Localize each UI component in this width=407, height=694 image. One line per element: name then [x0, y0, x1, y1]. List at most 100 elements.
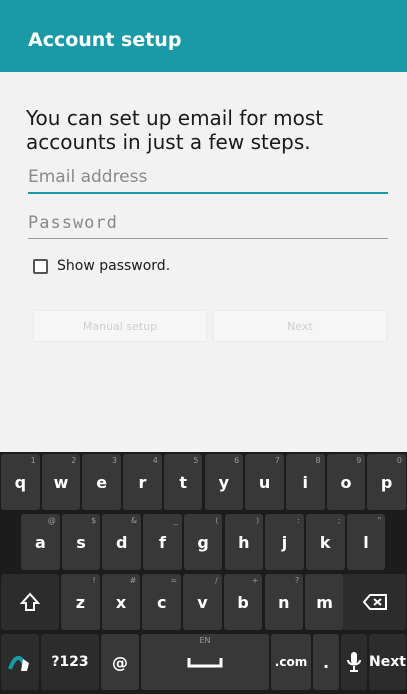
key-v-hint: /	[215, 576, 218, 585]
key-g-label: g	[197, 532, 209, 552]
key-h-hint: )	[256, 516, 260, 525]
next-button[interactable]: Next	[214, 311, 386, 341]
key-z[interactable]: ! z	[61, 574, 100, 630]
key-g-hint: (	[215, 516, 219, 525]
voice-key[interactable]	[341, 634, 367, 690]
key-t-hint: 5	[193, 456, 199, 465]
key-e[interactable]: 3e	[82, 454, 122, 510]
key-q-hint: 1	[30, 456, 36, 465]
key-l[interactable]: " l	[346, 514, 386, 570]
key-e-label: e	[96, 472, 108, 492]
key-a-label: a	[34, 532, 46, 552]
key-i[interactable]: 8i	[285, 454, 325, 510]
key-g[interactable]: (g	[183, 514, 223, 570]
key-y-label: y	[218, 472, 230, 492]
key-k-label: k	[319, 532, 331, 552]
key-x-hint: #	[129, 576, 137, 585]
key-o[interactable]: 9o	[326, 454, 366, 510]
show-password-checkbox[interactable]	[33, 258, 48, 274]
key-o-hint: 9	[356, 456, 362, 465]
symbols-key[interactable]: ?123	[41, 634, 99, 690]
key-o-label: o	[340, 472, 352, 492]
swipe-toggle-key[interactable]	[1, 634, 39, 690]
next-key[interactable]: Next	[369, 634, 406, 690]
password-field[interactable]	[28, 210, 388, 236]
key-period-label: .	[322, 652, 330, 672]
key-s-label: s	[76, 532, 86, 552]
key-r[interactable]: 4r	[123, 454, 162, 510]
key-w-hint: 2	[71, 456, 77, 465]
key-period[interactable]: .	[313, 634, 339, 690]
key-z-hint: !	[92, 576, 96, 585]
key-j-hint: :	[297, 516, 300, 525]
key-i-label: i	[302, 472, 308, 492]
key-d-hint: &	[130, 516, 138, 525]
key-f[interactable]: _ f	[143, 514, 182, 570]
key-m-label: m	[316, 592, 333, 612]
key-u-hint: 7	[274, 456, 280, 465]
key-q-label: q	[14, 472, 27, 492]
key-at-label: @	[112, 652, 128, 672]
key-p[interactable]: 0p	[367, 454, 406, 510]
key-k[interactable]: ; k	[305, 514, 345, 570]
key-c[interactable]: = c	[142, 574, 182, 630]
app-bar: Account setup	[0, 0, 407, 72]
space-key-hint: EN	[199, 636, 211, 645]
key-at[interactable]: @	[101, 634, 139, 690]
shift-icon	[19, 592, 41, 611]
key-x-label: x	[115, 592, 127, 612]
key-n[interactable]: ? n	[264, 574, 304, 630]
key-m[interactable]: m	[305, 574, 344, 630]
backspace-icon	[362, 594, 387, 610]
key-h-label: h	[238, 532, 250, 552]
key-s-hint: $	[91, 516, 97, 525]
key-t[interactable]: 5t	[163, 454, 203, 510]
key-j[interactable]: :j	[265, 514, 304, 570]
key-d-label: d	[116, 532, 128, 552]
backspace-key[interactable]	[343, 574, 406, 630]
shift-key[interactable]	[1, 574, 59, 630]
key-p-hint: 0	[396, 456, 402, 465]
key-t-label: t	[179, 472, 187, 492]
key-r-label: r	[138, 472, 147, 492]
key-y-hint: 6	[234, 456, 240, 465]
key-w[interactable]: 2w	[41, 454, 81, 510]
key-b[interactable]: + b	[223, 574, 263, 630]
dotcom-key[interactable]: .com	[271, 634, 311, 690]
key-f-hint: _	[173, 516, 178, 525]
key-h[interactable]: ) h	[224, 514, 264, 570]
dotcom-key-label: .com	[274, 655, 308, 669]
page-title: Account setup	[28, 29, 182, 51]
email-field[interactable]	[28, 164, 388, 190]
show-password-label: Show password.	[57, 258, 171, 274]
key-b-hint: +	[251, 576, 259, 585]
key-f-label: f	[158, 532, 166, 552]
key-a[interactable]: @ a	[21, 514, 60, 570]
key-i-hint: 8	[315, 456, 321, 465]
key-n-hint: ?	[294, 576, 300, 585]
key-x[interactable]: # x	[101, 574, 141, 630]
email-field-container	[28, 164, 388, 194]
email-underline	[28, 192, 388, 194]
key-u[interactable]: 7u	[245, 454, 284, 510]
key-y[interactable]: 6y	[204, 454, 244, 510]
key-c-label: c	[156, 592, 167, 612]
action-buttons: Manual setup Next	[34, 311, 386, 341]
key-l-label: l	[363, 532, 369, 552]
key-s[interactable]: $ s	[61, 514, 101, 570]
key-d[interactable]: & d	[102, 514, 142, 570]
key-b-label: b	[237, 592, 249, 612]
manual-setup-button[interactable]: Manual setup	[34, 311, 206, 341]
next-key-label: Next	[369, 654, 406, 670]
space-icon	[187, 658, 223, 668]
key-v-label: v	[197, 592, 208, 612]
key-a-hint: @	[47, 516, 56, 525]
soft-keyboard: 1 q 2 w 3 e 4 r 5 t 6 y 7 u 8 i 9 o 0 p @ a $ s & d _ f(g) h: j; k " l! z…	[0, 452, 407, 694]
key-n-label: n	[278, 592, 290, 612]
key-v[interactable]: / v	[183, 574, 222, 630]
key-j-label: j	[281, 532, 288, 552]
key-q[interactable]: 1q	[1, 454, 40, 510]
space-key[interactable]: EN	[141, 634, 269, 690]
show-password-toggle[interactable]: Show password.	[33, 258, 170, 274]
swipe-icon	[8, 656, 29, 671]
